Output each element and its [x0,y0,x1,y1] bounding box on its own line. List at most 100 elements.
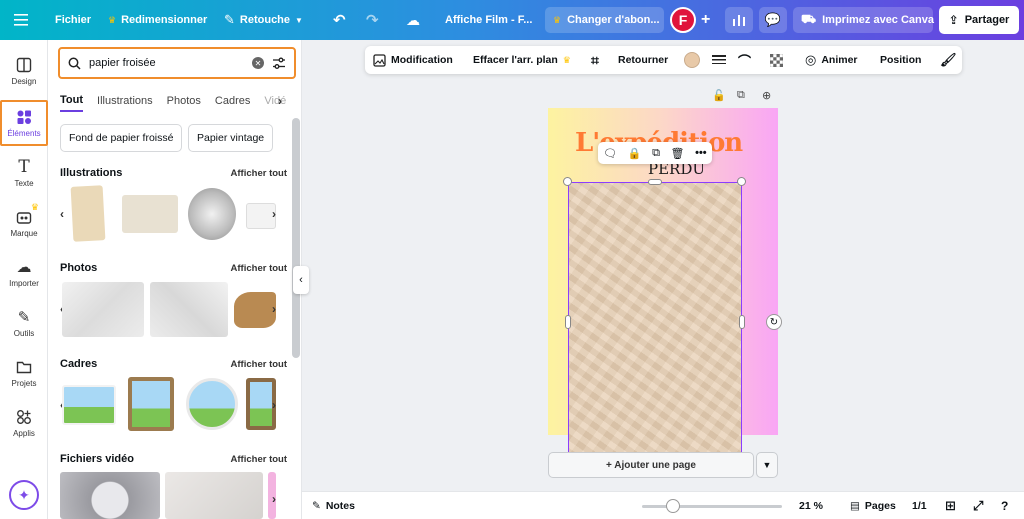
help-button[interactable]: ? [1001,492,1008,519]
zoom-slider[interactable] [642,505,782,508]
filter-icon[interactable] [272,57,286,70]
add-page-options-button[interactable]: ▼ [756,452,778,478]
bg-remover-button[interactable]: Effacer l'arr. plan ♛ [473,46,571,74]
suggestion-chip-vintage[interactable]: Papier vintage [188,124,274,152]
corner-rounding-button[interactable]: ⌒ [738,46,751,74]
rail-item-design[interactable]: Design [0,48,48,94]
rail-item-apps[interactable]: Applis [0,400,48,446]
add-page-icon[interactable]: ⊕ [762,89,771,102]
tab-illustrations[interactable]: Illustrations [97,90,153,112]
carousel-prev-icon[interactable]: ‹ [60,207,64,221]
frame-thumb[interactable] [62,385,116,425]
resize-handle[interactable] [648,179,662,185]
insights-button[interactable] [725,7,753,33]
photo-thumb[interactable] [150,282,228,337]
lock-icon[interactable]: 🔒 [628,147,642,160]
upgrade-button[interactable]: ♛ Changer d'abon... [545,7,664,33]
resize-handle[interactable] [737,177,746,186]
file-menu[interactable]: Fichier [55,0,91,40]
tab-all[interactable]: Tout [60,90,84,112]
carousel-next-icon[interactable]: › [272,207,276,221]
help-icon: ? [1001,499,1009,513]
see-all-videos[interactable]: Afficher tout [231,454,287,465]
see-all-illustrations[interactable]: Afficher tout [231,168,287,179]
duplicate-page-icon[interactable]: ⧉ [737,89,745,102]
see-all-photos[interactable]: Afficher tout [231,263,287,274]
retouch-button[interactable]: ✎ Retouche ▼ [224,0,303,40]
rail-item-text[interactable]: T Texte [0,150,48,196]
suggestion-chip-crumpled[interactable]: Fond de papier froissé [60,124,183,152]
edit-image-button[interactable]: Modification [373,46,453,74]
collapse-panel-button[interactable]: ‹ [293,266,309,294]
rail-item-upload[interactable]: ☁ Importer [0,250,48,296]
animate-button[interactable]: ◎ Animer [805,46,858,74]
rail-item-projects[interactable]: Projets [0,350,48,396]
paint-roller-icon: 🖌 [940,52,957,67]
undo-button[interactable]: ↶ [333,0,346,40]
section-title-frames: Cadres [60,358,98,370]
crop-button[interactable]: ⌗ [591,46,599,74]
cloud-save-button[interactable]: ☁ [406,0,420,40]
video-thumb[interactable] [60,472,160,519]
frame-thumb[interactable] [186,378,238,430]
video-thumb[interactable] [165,472,263,519]
zoom-slider-knob[interactable] [666,499,680,513]
document-title[interactable]: Affiche Film - F... [445,0,532,40]
rotate-handle[interactable]: ↻ [766,314,782,330]
tabs-next-icon[interactable]: › [278,94,282,108]
illustration-thumb[interactable] [188,188,236,240]
frame-thumb[interactable] [128,377,174,431]
position-button[interactable]: Position [880,46,921,74]
share-button[interactable]: ⇪ Partager [939,6,1019,34]
photo-thumb[interactable] [62,282,144,337]
add-collaborator-button[interactable]: + [701,0,710,40]
see-all-frames[interactable]: Afficher tout [231,359,287,370]
notes-button[interactable]: ✎ Notes [312,492,355,519]
tab-photos[interactable]: Photos [167,90,201,112]
crown-icon: ♛ [553,14,562,25]
search-box[interactable]: papier froisée ✕ [58,47,296,79]
menu-button[interactable] [14,0,28,40]
fullscreen-button[interactable]: ⤢ [973,492,983,519]
resize-handle[interactable] [565,315,571,329]
resize-button[interactable]: ♛ Redimensionner [108,0,207,40]
zoom-level[interactable]: 21 % [799,492,823,519]
photo-thumb[interactable] [234,292,276,328]
tab-frames[interactable]: Cadres [215,90,250,112]
redo-button[interactable]: ↷ [366,0,379,40]
add-page-button[interactable]: + Ajouter une page [548,452,754,478]
illustration-thumb[interactable] [122,195,178,233]
resize-handle[interactable] [563,177,572,186]
border-style-button[interactable] [712,46,726,74]
magic-assistant-button[interactable]: ✦ [9,480,39,510]
grid-view-button[interactable]: ⊞ [945,492,956,519]
duplicate-icon[interactable]: ⧉ [652,147,660,160]
pages-button[interactable]: ▤ Pages [850,492,896,519]
tab-videos[interactable]: Vidé [264,90,286,112]
clear-search-icon[interactable]: ✕ [252,57,264,69]
lock-page-icon[interactable]: 🔓 [712,89,726,102]
print-button[interactable]: ⛟ Imprimez avec Canva [793,7,934,33]
illustration-thumb[interactable] [70,185,106,242]
comment-add-icon[interactable]: 🗨 [603,147,617,160]
selection-box [568,182,742,463]
flip-button[interactable]: Retourner [618,46,668,74]
color-swatch-button[interactable] [684,46,700,74]
panel-scrollbar[interactable] [292,118,300,358]
rail-item-brand[interactable]: ♛ Marque [0,200,48,246]
rail-item-tools[interactable]: ✎ Outils [0,300,48,346]
resize-handle[interactable] [739,315,745,329]
comment-button[interactable]: 💬 [759,7,787,33]
carousel-next-icon[interactable]: › [272,302,276,316]
transparency-button[interactable] [770,46,783,74]
bar-chart-icon [733,15,745,26]
left-rail: Design Éléments T Texte ♛ Marque ☁ Impor… [0,40,48,519]
avatar[interactable]: F [670,7,696,33]
carousel-next-icon[interactable]: › [272,492,276,506]
search-input[interactable]: papier froisée [89,57,244,69]
more-icon[interactable]: ••• [695,147,707,159]
rail-item-elements[interactable]: Éléments [0,100,48,146]
trash-icon[interactable]: 🗑 [671,147,685,160]
copy-style-button[interactable]: 🖌 [940,46,957,74]
carousel-next-icon[interactable]: › [272,398,276,412]
